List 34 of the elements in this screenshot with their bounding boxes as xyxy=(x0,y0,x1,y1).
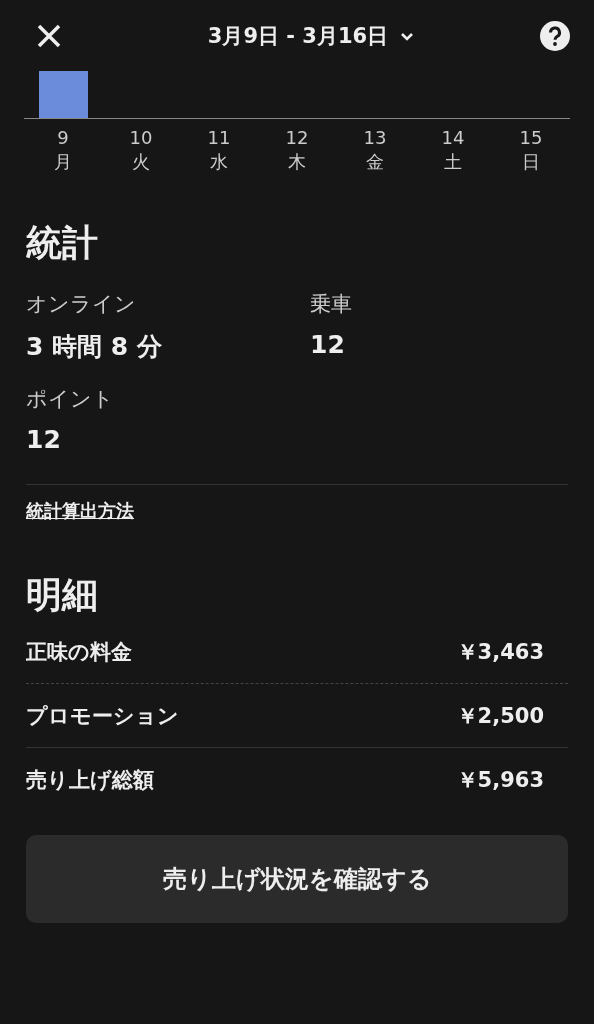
section-title: 統計 xyxy=(26,221,99,265)
stat-value: 12 xyxy=(26,425,62,454)
day-date: 15 xyxy=(519,127,543,149)
date-range[interactable]: 3月9日 - 3月16日 xyxy=(207,22,389,50)
day-date: 9 xyxy=(57,127,69,149)
weekday-label: 日 xyxy=(522,150,540,174)
weekday-label: 土 xyxy=(444,150,462,174)
day-date: 13 xyxy=(363,127,387,149)
breakdown-label: 正味の料金 xyxy=(26,638,132,666)
weekday-label: 金 xyxy=(366,150,384,174)
breakdown-amount: ￥3,463 xyxy=(456,638,544,666)
day-date: 10 xyxy=(129,127,153,149)
breakdown-label: 売り上げ総額 xyxy=(26,766,154,794)
day-date: 14 xyxy=(441,127,465,149)
stat-value: 3 時間 8 分 xyxy=(26,331,163,363)
weekday-label: 水 xyxy=(210,150,228,174)
day-date: 11 xyxy=(207,127,231,149)
chevron-down-icon[interactable] xyxy=(400,31,415,41)
stat-label: 乗車 xyxy=(310,291,353,318)
weekday-label: 火 xyxy=(132,150,150,174)
close-icon[interactable] xyxy=(36,23,62,49)
breakdown-label: プロモーション xyxy=(26,702,179,730)
stat-label: オンライン xyxy=(26,291,137,318)
weekday-label: 木 xyxy=(288,150,306,174)
breakdown-amount: ￥2,500 xyxy=(456,702,544,730)
weekday-label: 月 xyxy=(54,150,72,174)
day-date: 12 xyxy=(285,127,309,149)
view-earnings-button[interactable]: 売り上げ状況を確認する xyxy=(26,835,568,923)
stat-value: 12 xyxy=(310,330,346,359)
section-title: 明細 xyxy=(26,573,99,617)
help-icon[interactable] xyxy=(540,21,570,51)
stat-label: ポイント xyxy=(26,386,115,413)
breakdown-amount: ￥5,963 xyxy=(456,766,544,794)
stats-method-link[interactable]: 統計算出方法 xyxy=(26,499,134,523)
